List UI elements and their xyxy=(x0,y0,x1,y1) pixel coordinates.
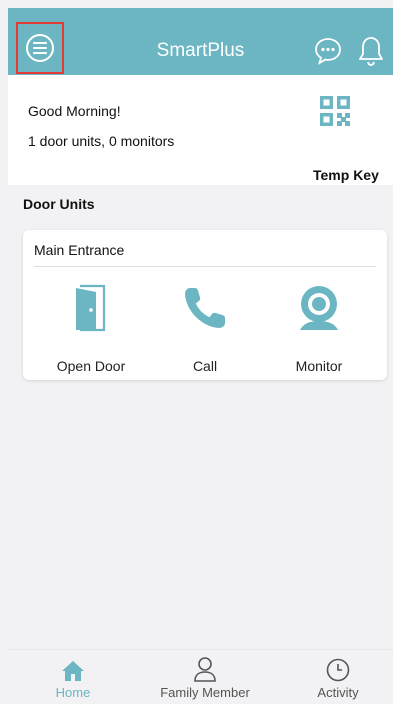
greeting-panel: Good Morning! 1 door units, 0 monitors T… xyxy=(8,75,393,185)
tab-activity[interactable]: Activity xyxy=(288,650,388,704)
qr-code-icon xyxy=(320,96,350,126)
bottom-tab-bar: Home Family Member Activity xyxy=(8,649,393,704)
temp-key-label[interactable]: Temp Key xyxy=(313,167,379,183)
monitor-button[interactable]: Monitor xyxy=(259,282,379,374)
tab-home-label: Home xyxy=(55,685,91,700)
open-door-button[interactable]: Open Door xyxy=(31,282,151,374)
notifications-button[interactable] xyxy=(357,35,385,67)
door-unit-card: Main Entrance Open Door Call Monitor xyxy=(23,230,387,380)
tab-home[interactable]: Home xyxy=(23,650,123,704)
home-icon xyxy=(62,661,84,681)
top-bar: SmartPlus xyxy=(8,8,393,75)
call-button[interactable]: Call xyxy=(145,282,265,374)
greeting-text: Good Morning! xyxy=(28,103,121,119)
monitor-label: Monitor xyxy=(295,358,343,374)
units-summary: 1 door units, 0 monitors xyxy=(28,133,175,149)
camera-icon xyxy=(300,286,338,330)
card-divider xyxy=(34,266,376,267)
chat-bubble-icon xyxy=(315,38,341,65)
door-icon xyxy=(76,284,106,332)
door-unit-name: Main Entrance xyxy=(34,242,125,258)
chat-button[interactable] xyxy=(313,36,343,66)
tab-family-member-label: Family Member xyxy=(160,685,250,700)
call-label: Call xyxy=(192,358,218,374)
tab-family-member[interactable]: Family Member xyxy=(145,650,265,704)
phone-icon xyxy=(185,288,225,328)
tab-activity-label: Activity xyxy=(317,685,359,700)
person-icon xyxy=(194,657,216,682)
clock-icon xyxy=(326,658,350,682)
bell-icon xyxy=(359,37,383,66)
open-door-label: Open Door xyxy=(56,358,126,374)
app-screen: SmartPlus Good Morning! 1 door units, 0 … xyxy=(8,8,393,704)
temp-key-button[interactable] xyxy=(320,96,350,126)
door-units-heading: Door Units xyxy=(23,196,95,212)
